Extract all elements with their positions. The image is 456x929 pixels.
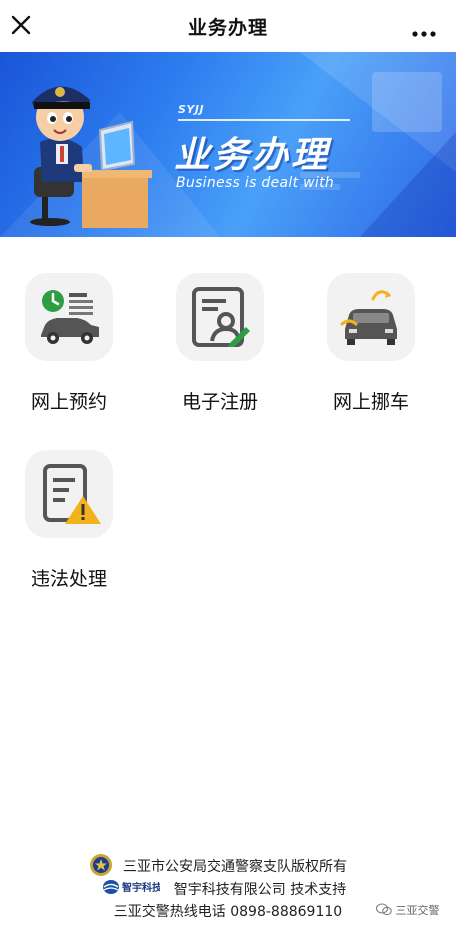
more-button[interactable]	[412, 22, 436, 37]
banner-title: 业务办理	[174, 135, 331, 176]
service-tile[interactable]	[327, 273, 415, 361]
more-dots-icon	[412, 31, 436, 37]
footer-copyright: 三亚市公安局交通警察支队版权所有	[123, 859, 347, 875]
service-tile[interactable]	[25, 450, 113, 538]
banner-divider	[178, 119, 350, 121]
service-label: 违法处理	[30, 568, 107, 590]
move-car-icon	[339, 290, 397, 345]
police-mascot-illustration	[30, 86, 152, 228]
wechat-icon	[376, 903, 392, 916]
banner-subtitle: SYJJ	[178, 103, 205, 116]
top-bar: 业务办理	[0, 0, 456, 52]
banner-english-caption: Business is dealt with	[176, 175, 335, 191]
watermark-text: 三亚交警	[395, 904, 440, 917]
online-appointment-icon	[41, 290, 99, 344]
service-label: 网上挪车	[332, 391, 409, 413]
service-tile[interactable]	[176, 273, 264, 361]
service-label: 电子注册	[181, 391, 258, 413]
service-tile[interactable]	[25, 273, 113, 361]
violation-handling-icon	[43, 464, 101, 524]
page-title: 业务办理	[187, 17, 268, 39]
e-registration-icon	[192, 287, 250, 347]
banner: SYJJ 业务办理 Business is dealt with	[0, 52, 456, 237]
service-label: 网上预约	[30, 391, 107, 413]
wechat-watermark: 三亚交警	[376, 902, 440, 918]
footer-support: 智宇科技有限公司 技术支持	[173, 882, 347, 898]
